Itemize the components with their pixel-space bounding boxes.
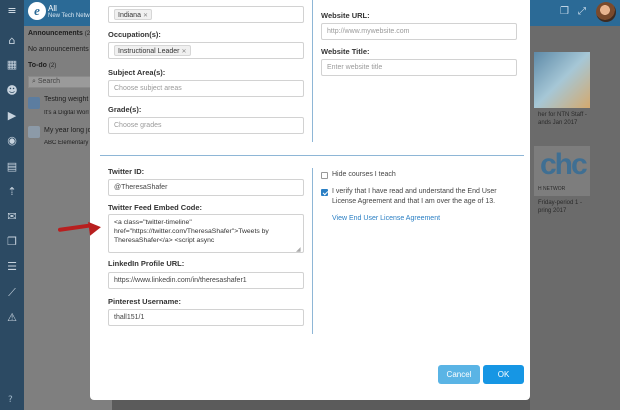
expand-icon[interactable]: ⤢ bbox=[578, 6, 586, 17]
course-card-logo: chc bbox=[540, 148, 588, 181]
files-icon[interactable]: ❐ bbox=[5, 235, 19, 249]
help-icon[interactable]: ? bbox=[8, 395, 13, 405]
twitter-id-input[interactable]: @TheresaShafer bbox=[108, 179, 304, 196]
mail-icon[interactable]: ✉ bbox=[5, 210, 19, 224]
hide-courses-checkbox[interactable] bbox=[321, 172, 328, 179]
twitter-embed-textarea[interactable]: <a class="twitter-timeline" href="https:… bbox=[108, 214, 304, 253]
app-logo: e bbox=[28, 2, 46, 20]
twitter-id-label: Twitter ID: bbox=[108, 167, 145, 176]
column-divider bbox=[312, 168, 313, 334]
user-upload-icon[interactable]: ⇡ bbox=[5, 185, 19, 199]
todo-item-icon bbox=[28, 126, 40, 138]
cancel-button[interactable]: Cancel bbox=[438, 365, 480, 384]
course-card-caption: pring 2017 bbox=[538, 208, 567, 214]
palette-icon[interactable]: ◉ bbox=[5, 134, 19, 148]
resize-handle-icon[interactable]: ◢ bbox=[296, 246, 301, 253]
verify-eula-label: I verify that I have read and understand… bbox=[332, 188, 497, 205]
pinterest-input[interactable]: thall151/1 bbox=[108, 309, 304, 326]
play-icon[interactable]: ▶ bbox=[5, 109, 19, 123]
calendar-icon[interactable]: ▦ bbox=[5, 58, 19, 72]
linkedin-input[interactable]: https://www.linkedin.com/in/theresashafe… bbox=[108, 272, 304, 289]
course-card-caption: her for NTN Staff - bbox=[538, 112, 587, 118]
pinterest-label: Pinterest Username: bbox=[108, 297, 181, 306]
remove-tag-icon[interactable]: ✕ bbox=[181, 48, 186, 55]
avatar[interactable] bbox=[596, 2, 616, 22]
grades-field[interactable]: Choose grades bbox=[108, 117, 304, 134]
location-tag: Indiana ✕ bbox=[114, 9, 152, 20]
occupation-tag: Instructional Leader ✕ bbox=[114, 45, 191, 56]
location-field[interactable]: Indiana ✕ bbox=[108, 6, 304, 23]
list-icon[interactable]: ☰ bbox=[5, 260, 19, 274]
course-subtitle: New Tech Netwo bbox=[48, 13, 93, 19]
icon-rail: ≡ ⌂ ▦ ☻ ▶ ◉ ▤ ⇡ ✉ ❐ ☰ ⟋ ⚠ bbox=[0, 0, 24, 410]
linkedin-label: LinkedIn Profile URL: bbox=[108, 259, 185, 268]
textarea-line: <a class="twitter-timeline" bbox=[114, 219, 192, 226]
section-divider bbox=[100, 155, 524, 156]
website-title-input[interactable]: Enter website title bbox=[321, 59, 517, 76]
course-card-caption: Friday-period 1 - bbox=[538, 200, 583, 206]
course-card-caption: H NETWOR bbox=[538, 186, 566, 192]
grades-label: Grade(s): bbox=[108, 105, 142, 114]
home-icon[interactable]: ⌂ bbox=[5, 34, 19, 48]
hide-courses-label: Hide courses I teach bbox=[332, 171, 396, 178]
textarea-line: TheresaShafer</a> <script async bbox=[114, 237, 215, 244]
course-card-image[interactable] bbox=[534, 52, 590, 108]
textarea-line: href="https://twitter.com/TheresaShafer"… bbox=[114, 228, 269, 235]
verify-eula-checkbox[interactable] bbox=[321, 189, 328, 196]
column-divider bbox=[312, 0, 313, 142]
users-icon[interactable]: ☻ bbox=[5, 84, 19, 98]
website-url-label: Website URL: bbox=[321, 11, 370, 20]
remove-tag-icon[interactable]: ✕ bbox=[143, 12, 148, 19]
website-url-input[interactable]: http://www.mywebsite.com bbox=[321, 23, 517, 40]
subject-areas-field[interactable]: Choose subject areas bbox=[108, 80, 304, 97]
website-title-label: Website Title: bbox=[321, 47, 370, 56]
copy-icon[interactable]: ❐ bbox=[560, 6, 569, 17]
twitter-embed-label: Twitter Feed Embed Code: bbox=[108, 203, 203, 212]
menu-icon[interactable]: ≡ bbox=[5, 4, 19, 18]
course-card-caption: ands Jan 2017 bbox=[538, 120, 578, 126]
warning-icon[interactable]: ⚠ bbox=[5, 311, 19, 325]
view-eula-link[interactable]: View End User License Agreement bbox=[332, 215, 440, 222]
document-icon[interactable]: ▤ bbox=[5, 160, 19, 174]
subject-areas-label: Subject Area(s): bbox=[108, 68, 166, 77]
todo-item-icon bbox=[28, 97, 40, 109]
course-title[interactable]: All bbox=[48, 4, 57, 13]
occupation-field[interactable]: Instructional Leader ✕ bbox=[108, 42, 304, 59]
occupation-label: Occupation(s): bbox=[108, 30, 161, 39]
annotation-arrow-head bbox=[88, 220, 102, 236]
chart-icon[interactable]: ⟋ bbox=[5, 286, 19, 300]
ok-button[interactable]: OK bbox=[483, 365, 524, 384]
